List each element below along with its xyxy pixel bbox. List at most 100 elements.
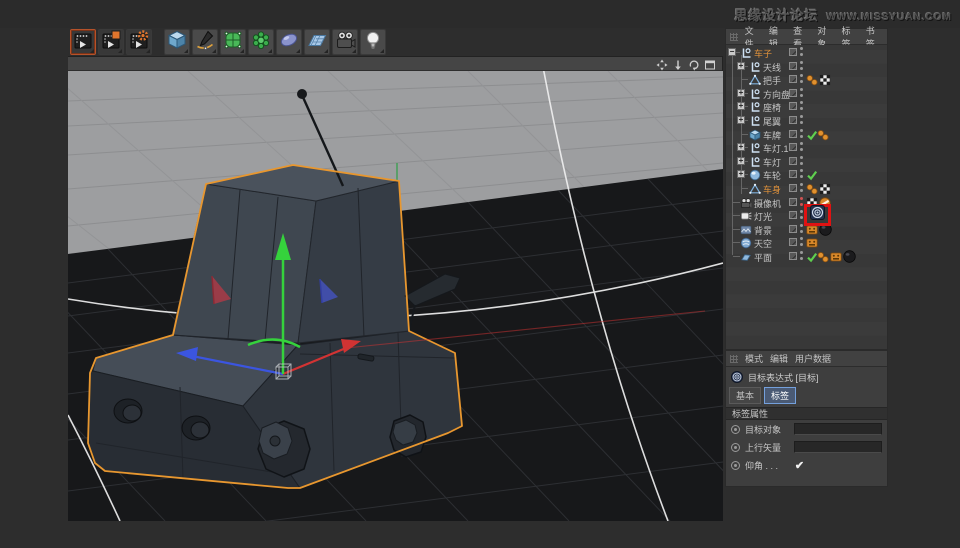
uvw-tag-icon[interactable] — [819, 182, 831, 195]
layer-swatch[interactable] — [789, 102, 797, 111]
visibility-dots[interactable] — [800, 223, 803, 234]
light-button[interactable] — [360, 29, 386, 55]
subdivision-surface-button[interactable] — [220, 29, 246, 55]
camera-button[interactable] — [332, 29, 358, 55]
panel-drag-handle-icon[interactable] — [730, 32, 738, 41]
visibility-dots[interactable] — [800, 47, 803, 57]
layer-swatch[interactable] — [789, 211, 797, 220]
uvw-tag-icon[interactable] — [819, 73, 831, 86]
expander-minus[interactable]: − — [728, 48, 736, 56]
modeling-generator-button[interactable] — [248, 29, 274, 55]
tree-row-6[interactable]: 车牌 — [726, 127, 887, 141]
expander-plus[interactable]: + — [737, 170, 745, 179]
balls-tag-icon[interactable] — [806, 182, 818, 195]
layer-swatch[interactable] — [789, 156, 797, 165]
parameter-circle-icon[interactable] — [731, 460, 740, 470]
object-name[interactable]: 平面 — [754, 251, 772, 264]
expander-plus[interactable]: + — [737, 156, 745, 165]
expander-plus[interactable]: + — [737, 102, 745, 111]
visibility-dots[interactable] — [800, 210, 803, 220]
layer-swatch[interactable] — [789, 61, 797, 70]
tree-stub — [733, 228, 740, 230]
field-input[interactable] — [794, 441, 882, 453]
layer-swatch[interactable] — [789, 197, 797, 206]
floor-button[interactable] — [304, 29, 330, 55]
layer-swatch[interactable] — [789, 184, 797, 192]
layer-swatch[interactable] — [789, 48, 797, 56]
tree-row-1[interactable]: + 天线 — [726, 59, 887, 73]
headlight-right — [181, 415, 211, 441]
tree-row-15[interactable]: 平面 — [726, 249, 887, 263]
tree-row-8[interactable]: + 车灯 — [726, 154, 887, 168]
tree-row-10[interactable]: 车身 — [726, 181, 887, 195]
visibility-dots[interactable] — [800, 74, 803, 84]
parameter-circle-icon[interactable] — [731, 424, 740, 434]
flyout-notch — [296, 49, 300, 53]
tree-row-3[interactable]: + 方向盘 — [726, 86, 887, 100]
am-menu-2[interactable]: 用户数据 — [795, 352, 831, 365]
render-settings-button[interactable] — [126, 29, 152, 55]
tree-row-12[interactable]: 灯光 — [726, 204, 887, 227]
tree-row-4[interactable]: + 座椅 — [726, 99, 887, 113]
parameter-circle-icon[interactable] — [731, 442, 740, 452]
visibility-dots[interactable] — [800, 237, 803, 247]
layer-swatch[interactable] — [789, 238, 797, 247]
freehand-spline-button[interactable] — [192, 29, 218, 55]
visibility-dots[interactable] — [800, 115, 803, 125]
tree-row-5[interactable]: + 尾翼 — [726, 113, 887, 127]
visibility-dots[interactable] — [800, 183, 803, 193]
pan-icon[interactable] — [656, 58, 668, 70]
balls-tag-icon[interactable] — [817, 128, 829, 140]
dolly-icon[interactable] — [672, 58, 684, 70]
compositing-tag-icon[interactable] — [806, 236, 818, 248]
am-menu-0[interactable]: 模式 — [745, 352, 763, 365]
layer-swatch[interactable] — [789, 116, 797, 124]
visibility-dots[interactable] — [800, 142, 803, 152]
attribute-tab-1[interactable]: 标签 — [764, 387, 797, 404]
visibility-dots[interactable] — [800, 87, 803, 98]
layer-swatch[interactable] — [789, 129, 797, 138]
maximize-view-icon[interactable] — [704, 58, 716, 70]
tree-row-0[interactable]: − 车子 — [726, 45, 887, 59]
object-tree[interactable]: − 车子 + 天线 把手 + 方向盘 + 座椅 + 尾翼 车牌 + 车灯.1 + 车灯 + 车轮 车身 摄像机 灯光 背景… — [726, 45, 887, 349]
tree-row-14[interactable]: 天空 — [726, 235, 887, 249]
balls-tag-icon[interactable] — [806, 73, 818, 86]
rotate-icon[interactable] — [688, 58, 700, 71]
visibility-dots[interactable] — [800, 196, 803, 207]
tree-row-9[interactable]: + 车轮 — [726, 167, 887, 181]
target-tag-icon[interactable] — [810, 205, 825, 225]
am-menu-1[interactable]: 编辑 — [770, 352, 788, 365]
panel-drag-handle-icon[interactable] — [730, 354, 738, 363]
visibility-dots[interactable] — [800, 60, 803, 71]
expander-plus[interactable]: + — [737, 61, 745, 70]
field-checkbox[interactable]: ✔ — [794, 460, 805, 472]
field-input[interactable] — [794, 423, 882, 435]
perspective-viewport[interactable] — [68, 56, 723, 521]
visibility-dots[interactable] — [800, 128, 803, 139]
layer-swatch[interactable] — [789, 252, 797, 260]
visibility-dots[interactable] — [800, 101, 803, 111]
expander-plus[interactable]: + — [737, 116, 745, 124]
expander-plus[interactable]: + — [737, 143, 745, 152]
visibility-dots[interactable] — [800, 251, 803, 261]
balls-tag-icon[interactable] — [817, 250, 829, 263]
metaball-button[interactable] — [276, 29, 302, 55]
layer-swatch[interactable] — [789, 143, 797, 152]
attribute-tab-0[interactable]: 基本 — [729, 387, 762, 404]
tree-row-7[interactable]: + 车灯.1 — [726, 140, 887, 154]
layer-swatch[interactable] — [789, 224, 797, 233]
add-cube-button[interactable] — [164, 29, 190, 55]
layer-swatch[interactable] — [789, 88, 797, 97]
enabled-check-icon[interactable] — [806, 168, 818, 181]
visibility-dots[interactable] — [800, 155, 803, 166]
compositing-tag-icon[interactable] — [830, 250, 842, 262]
render-view-button[interactable] — [70, 29, 96, 55]
layer-swatch[interactable] — [789, 170, 797, 179]
tree-row-2[interactable]: 把手 — [726, 72, 887, 86]
render-picture-viewer-button[interactable] — [98, 29, 124, 55]
expander-plus[interactable]: + — [737, 88, 745, 97]
visibility-dots[interactable] — [800, 169, 803, 179]
material-tag-icon[interactable] — [843, 250, 856, 263]
layer-swatch[interactable] — [789, 75, 797, 84]
viewport-scene[interactable] — [68, 71, 723, 521]
